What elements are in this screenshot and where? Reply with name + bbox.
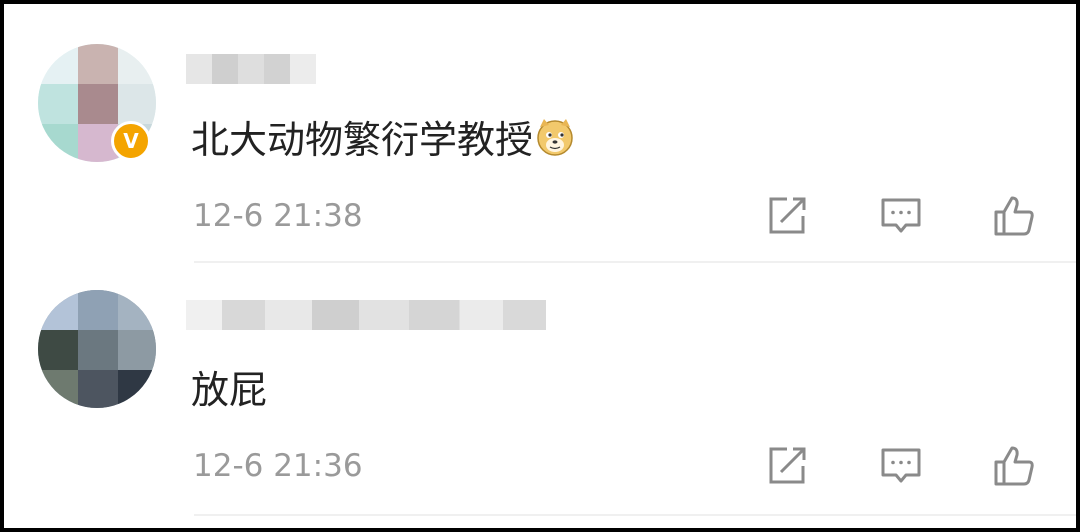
verified-badge-icon: V — [111, 121, 151, 161]
comment-icon — [881, 198, 921, 233]
username-blurred[interactable] — [186, 300, 546, 330]
comment-icon — [881, 448, 921, 483]
username-blurred[interactable] — [186, 54, 316, 84]
comment-list: V 北大动物繁衍学教授 12-6 21:38 放屁 12-6 21:36 — [0, 0, 1080, 532]
like-button[interactable] — [991, 443, 1037, 489]
thumbs-up-icon — [994, 196, 1034, 236]
like-button[interactable] — [991, 193, 1037, 239]
share-button[interactable] — [764, 193, 810, 239]
share-button[interactable] — [764, 443, 810, 489]
doge-emoji-icon — [535, 117, 575, 157]
reply-button[interactable] — [878, 193, 924, 239]
comment-text: 放屁 — [191, 368, 268, 412]
divider — [194, 261, 1076, 263]
comment-text-content: 北大动物繁衍学教授 — [191, 118, 534, 162]
reply-button[interactable] — [878, 443, 924, 489]
thumbs-up-icon — [994, 446, 1034, 486]
share-edit-icon — [769, 447, 806, 484]
comment-time: 12-6 21:36 — [193, 448, 363, 484]
share-edit-icon — [769, 197, 806, 234]
comment-item: 放屁 12-6 21:36 — [4, 266, 1076, 528]
comment-time: 12-6 21:38 — [193, 198, 363, 234]
divider — [194, 514, 1076, 516]
avatar[interactable] — [38, 290, 156, 408]
comment-item: V 北大动物繁衍学教授 12-6 21:38 — [4, 4, 1076, 266]
comment-text: 北大动物繁衍学教授 — [191, 117, 575, 162]
